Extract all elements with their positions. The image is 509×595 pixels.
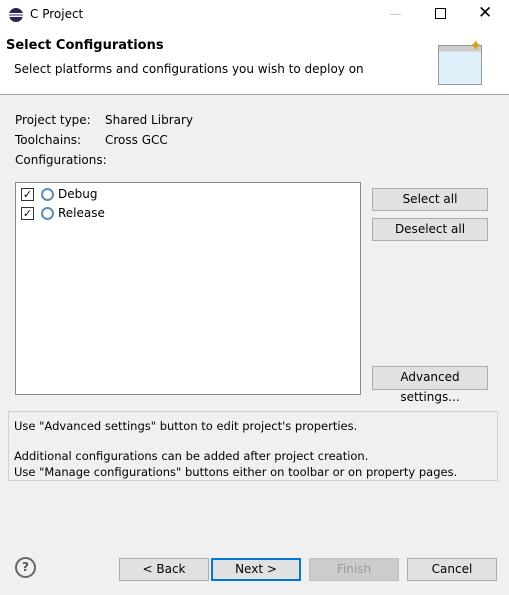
title-bar: C Project ✕ <box>0 0 509 30</box>
toolchains-value: Cross GCC <box>105 133 168 147</box>
help-icon[interactable]: ? <box>15 557 36 578</box>
project-type-value: Shared Library <box>105 113 194 127</box>
config-item-debug[interactable]: ✓ Debug <box>21 187 221 205</box>
finish-button[interactable]: Finish <box>309 558 399 581</box>
configuration-icon <box>41 188 54 201</box>
toolchains-label: Toolchains: <box>15 133 82 147</box>
advanced-settings-button[interactable]: Advanced settings... <box>372 366 488 404</box>
config-name: Release <box>58 206 105 220</box>
checkbox-release[interactable]: ✓ <box>21 207 34 220</box>
page-title: Select Configurations <box>6 38 164 53</box>
back-button[interactable]: < Back <box>119 558 209 581</box>
project-type-label: Project type: <box>15 113 91 127</box>
maximize-button[interactable] <box>435 8 446 19</box>
checkbox-debug[interactable]: ✓ <box>21 188 34 201</box>
eclipse-icon <box>9 8 23 22</box>
cancel-button[interactable]: Cancel <box>407 558 497 581</box>
info-panel: Use "Advanced settings" button to edit p… <box>8 411 498 481</box>
page-subtitle: Select platforms and configurations you … <box>14 62 364 76</box>
minimize-button[interactable] <box>390 14 401 15</box>
sparkle-icon: ✦ <box>469 36 483 55</box>
deselect-all-button[interactable]: Deselect all <box>372 218 488 241</box>
config-item-release[interactable]: ✓ Release <box>21 206 221 224</box>
configuration-icon <box>41 207 54 220</box>
info-line: Use "Manage configurations" buttons eith… <box>14 465 458 479</box>
config-name: Debug <box>58 187 98 201</box>
next-button[interactable]: Next > <box>211 558 301 581</box>
info-line: Additional configurations can be added a… <box>14 449 369 463</box>
wizard-header: Select Configurations Select platforms a… <box>0 30 509 95</box>
configurations-list[interactable]: ✓ Debug ✓ Release <box>15 182 361 395</box>
window-title: C Project <box>30 7 84 21</box>
select-all-button[interactable]: Select all <box>372 188 488 211</box>
info-line: Use "Advanced settings" button to edit p… <box>14 419 358 433</box>
close-button[interactable]: ✕ <box>478 3 492 23</box>
configurations-label: Configurations: <box>15 153 107 167</box>
